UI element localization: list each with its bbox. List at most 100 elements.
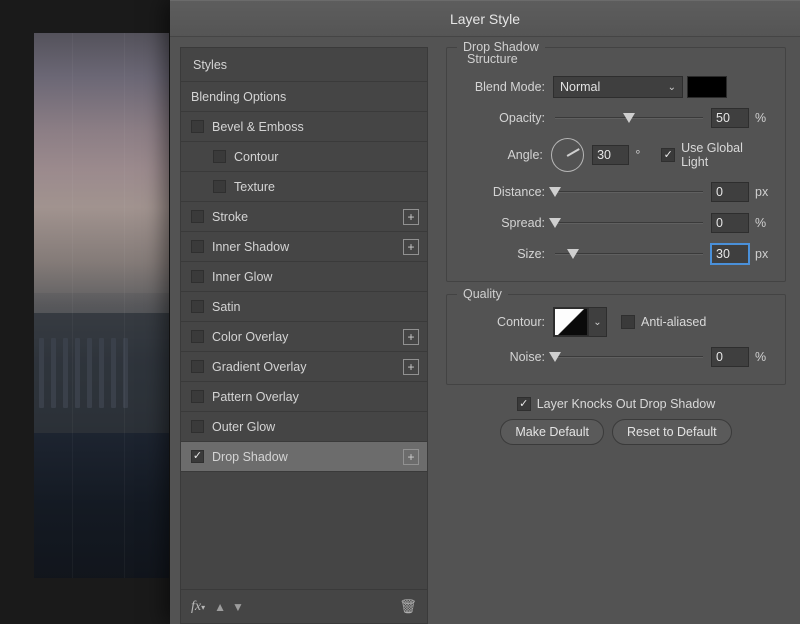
- reset-default-button[interactable]: Reset to Default: [612, 419, 732, 445]
- style-checkbox[interactable]: [191, 390, 204, 403]
- style-checkbox[interactable]: [191, 330, 204, 343]
- make-default-button[interactable]: Make Default: [500, 419, 604, 445]
- add-instance-button[interactable]: +: [403, 239, 419, 255]
- style-label: Contour: [234, 150, 419, 164]
- noise-label: Noise:: [461, 350, 553, 364]
- style-checkbox[interactable]: [191, 270, 204, 283]
- style-row-stroke[interactable]: Stroke+: [181, 202, 427, 232]
- drop-shadow-group: Drop Shadow Structure Blend Mode: Normal…: [446, 47, 786, 282]
- anti-aliased-checkbox[interactable]: [621, 315, 635, 329]
- style-label: Color Overlay: [212, 330, 403, 344]
- spread-input[interactable]: 0: [711, 213, 749, 233]
- style-label: Outer Glow: [212, 420, 419, 434]
- opacity-label: Opacity:: [461, 111, 553, 125]
- blendmode-value: Normal: [560, 80, 600, 94]
- distance-slider[interactable]: [555, 184, 703, 200]
- noise-input[interactable]: 0: [711, 347, 749, 367]
- distance-input[interactable]: 0: [711, 182, 749, 202]
- quality-legend: Quality: [457, 287, 508, 301]
- style-checkbox[interactable]: [191, 210, 204, 223]
- global-light-label: Use Global Light: [681, 141, 771, 169]
- style-label: Inner Glow: [212, 270, 419, 284]
- blending-options-label: Blending Options: [191, 90, 419, 104]
- style-row-satin[interactable]: Satin: [181, 292, 427, 322]
- contour-picker[interactable]: ⌄: [553, 307, 607, 337]
- style-row-contour[interactable]: Contour: [181, 142, 427, 172]
- structure-legend: Structure: [467, 52, 771, 66]
- use-global-light[interactable]: Use Global Light: [661, 141, 771, 169]
- move-up-button[interactable]: ▲: [214, 600, 226, 614]
- spread-slider[interactable]: [555, 215, 703, 231]
- add-instance-button[interactable]: +: [403, 329, 419, 345]
- style-label: Stroke: [212, 210, 403, 224]
- style-checkbox[interactable]: [191, 240, 204, 253]
- knockout-label: Layer Knocks Out Drop Shadow: [537, 397, 716, 411]
- opacity-unit: %: [755, 111, 771, 125]
- style-checkbox[interactable]: [191, 360, 204, 373]
- style-checkbox[interactable]: [191, 300, 204, 313]
- opacity-slider[interactable]: [555, 110, 703, 126]
- opacity-input[interactable]: 50: [711, 108, 749, 128]
- global-light-checkbox[interactable]: [661, 148, 675, 162]
- angle-dial[interactable]: [551, 138, 584, 172]
- style-row-gradient-overlay[interactable]: Gradient Overlay+: [181, 352, 427, 382]
- style-label: Gradient Overlay: [212, 360, 403, 374]
- section-legend: Drop Shadow: [457, 40, 545, 54]
- layer-style-dialog: Layer Style Styles Blending Options Beve…: [170, 0, 800, 624]
- spread-unit: %: [755, 216, 771, 230]
- move-down-button[interactable]: ▼: [232, 600, 244, 614]
- add-instance-button[interactable]: +: [403, 449, 419, 465]
- style-row-drop-shadow[interactable]: Drop Shadow+: [181, 442, 427, 472]
- noise-slider[interactable]: [555, 349, 703, 365]
- contour-label: Contour:: [461, 315, 553, 329]
- style-label: Drop Shadow: [212, 450, 403, 464]
- style-checkbox[interactable]: [191, 120, 204, 133]
- anti-aliased[interactable]: Anti-aliased: [621, 315, 706, 329]
- blending-options-row[interactable]: Blending Options: [181, 82, 427, 112]
- distance-label: Distance:: [461, 185, 553, 199]
- style-row-inner-glow[interactable]: Inner Glow: [181, 262, 427, 292]
- contour-swatch: [554, 308, 588, 336]
- angle-unit: °: [635, 148, 651, 162]
- style-label: Texture: [234, 180, 419, 194]
- style-label: Pattern Overlay: [212, 390, 419, 404]
- canvas-preview: [34, 33, 169, 578]
- angle-label: Angle:: [461, 148, 551, 162]
- knockout-row[interactable]: Layer Knocks Out Drop Shadow: [446, 397, 786, 411]
- style-checkbox[interactable]: [191, 420, 204, 433]
- size-slider[interactable]: [555, 246, 703, 262]
- styles-header[interactable]: Styles: [181, 48, 427, 82]
- size-input[interactable]: 30: [711, 244, 749, 264]
- style-row-inner-shadow[interactable]: Inner Shadow+: [181, 232, 427, 262]
- blendmode-select[interactable]: Normal ⌄: [553, 76, 683, 98]
- add-instance-button[interactable]: +: [403, 359, 419, 375]
- styles-footer: fx▾ ▲ ▼ 🗑: [181, 589, 427, 623]
- style-row-bevel-emboss[interactable]: Bevel & Emboss: [181, 112, 427, 142]
- chevron-down-icon: ⌄: [668, 82, 676, 93]
- noise-unit: %: [755, 350, 771, 364]
- style-checkbox[interactable]: [213, 180, 226, 193]
- style-row-outer-glow[interactable]: Outer Glow: [181, 412, 427, 442]
- style-row-texture[interactable]: Texture: [181, 172, 427, 202]
- trash-icon[interactable]: 🗑: [399, 598, 417, 615]
- style-row-pattern-overlay[interactable]: Pattern Overlay: [181, 382, 427, 412]
- dialog-title: Layer Style: [170, 1, 800, 37]
- blendmode-label: Blend Mode:: [461, 80, 553, 94]
- chevron-down-icon: ⌄: [588, 308, 606, 336]
- spread-label: Spread:: [461, 216, 553, 230]
- knockout-checkbox[interactable]: [517, 397, 531, 411]
- styles-panel: Styles Blending Options Bevel & Emboss Co…: [180, 47, 428, 624]
- anti-aliased-label: Anti-aliased: [641, 315, 706, 329]
- style-label: Bevel & Emboss: [212, 120, 419, 134]
- add-instance-button[interactable]: +: [403, 209, 419, 225]
- fx-menu-button[interactable]: fx▾: [191, 599, 205, 615]
- style-label: Satin: [212, 300, 419, 314]
- style-row-color-overlay[interactable]: Color Overlay+: [181, 322, 427, 352]
- shadow-color-swatch[interactable]: [687, 76, 727, 98]
- quality-group: Quality Contour: ⌄ Anti-aliased Noise:: [446, 294, 786, 385]
- size-label: Size:: [461, 247, 553, 261]
- angle-input[interactable]: 30: [592, 145, 629, 165]
- size-unit: px: [755, 247, 771, 261]
- style-checkbox[interactable]: [213, 150, 226, 163]
- style-checkbox[interactable]: [191, 450, 204, 463]
